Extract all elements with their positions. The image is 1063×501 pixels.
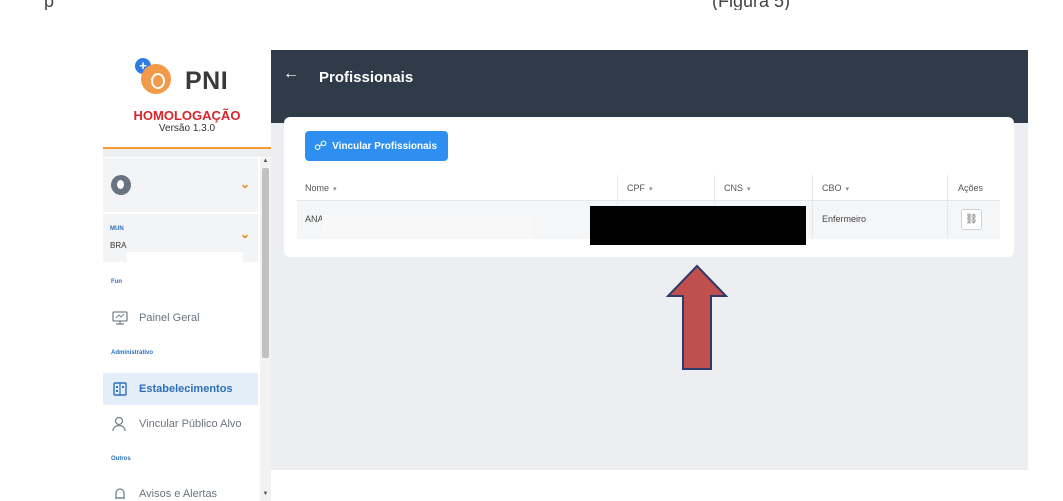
sidebar-item-label: Painel Geral: [139, 312, 200, 324]
table-header: Nome ▾ CPF ▾ CNS ▾ CBO ▾ Ações: [297, 175, 1000, 201]
sidebar-item-label: Avisos e Alertas: [139, 488, 218, 500]
municipality-label: MUN: [110, 226, 124, 232]
app-logo: + PNI: [135, 58, 245, 106]
building-icon: [111, 380, 129, 398]
sort-icon: ▾: [333, 186, 337, 193]
chevron-down-icon: ⌄: [240, 177, 251, 191]
column-header-cns[interactable]: CNS ▾: [724, 183, 751, 193]
section-label-admin: Administrativo: [111, 350, 154, 356]
sidebar-scrollbar[interactable]: ▲ ▼: [260, 158, 271, 501]
redaction-name: [322, 215, 532, 237]
sidebar-item-vincular-publico-alvo[interactable]: Vincular Público Alvo: [103, 408, 258, 440]
drop-icon: [111, 175, 131, 195]
monitor-icon: [111, 309, 129, 327]
sort-icon: ▾: [845, 186, 850, 193]
screenshot-stage: p (Figura 5) + PNI HOMOLOGAÇÃO Versão 1.…: [0, 0, 1063, 501]
page-title: Profissionais: [319, 69, 414, 86]
page-header: ← Profissionais: [271, 50, 1028, 103]
link-professionals-label: Vincular Profissionais: [332, 140, 438, 152]
divider-band: [103, 149, 271, 157]
column-divider: [947, 175, 948, 239]
document-text-right: (Figura 5): [712, 0, 791, 10]
redaction-top: [103, 0, 628, 10]
link-icon: ☍: [314, 138, 328, 153]
drop-logo-icon: [141, 64, 171, 94]
chevron-down-icon: ⌄: [240, 227, 251, 241]
user-icon: [111, 415, 129, 433]
bell-icon: [111, 485, 129, 501]
page-margin-bottom-left: [0, 462, 103, 501]
logo-text: PNI: [185, 67, 229, 95]
section-label-functions: Fun: [111, 279, 122, 285]
sidebar-item-avisos-alertas[interactable]: Avisos e Alertas: [103, 478, 258, 501]
column-header-cbo[interactable]: CBO ▾: [822, 183, 849, 193]
main-content: ← Profissionais ☍ Vincular Profissionais…: [271, 50, 1028, 470]
sort-icon: ▾: [747, 186, 751, 193]
sidebar-item-label: Vincular Público Alvo: [139, 418, 242, 430]
column-divider: [812, 175, 813, 239]
scroll-thumb[interactable]: [262, 168, 269, 358]
column-header-acoes: Ações: [958, 183, 984, 193]
redaction-municipality: [127, 252, 243, 286]
environment-label: HOMOLOGAÇÃO: [133, 108, 241, 123]
annotation-arrow-icon: [666, 264, 728, 370]
sidebar-item-label: Estabelecimentos: [139, 383, 233, 395]
version-label: Versão 1.3.0: [158, 123, 216, 134]
cell-cbo: Enfermeiro: [822, 214, 867, 224]
sidebar-item-painel-geral[interactable]: Painel Geral: [103, 302, 258, 334]
arrow-left-icon[interactable]: ←: [283, 65, 299, 83]
column-header-cpf[interactable]: CPF ▾: [627, 183, 653, 193]
drop-selector[interactable]: ⌄: [103, 158, 258, 212]
column-header-nome[interactable]: Nome ▾: [305, 183, 337, 193]
scroll-down-icon[interactable]: ▼: [262, 491, 269, 497]
sidebar: + PNI HOMOLOGAÇÃO Versão 1.3.0 ⌄ MUN BRA…: [103, 50, 271, 501]
unlink-icon[interactable]: ⛓: [961, 209, 982, 230]
link-professionals-button[interactable]: ☍ Vincular Profissionais: [305, 131, 448, 161]
section-label-others: Outros: [111, 456, 131, 462]
redaction-cpf-cns: [590, 206, 806, 245]
scroll-up-icon[interactable]: ▲: [262, 158, 269, 164]
sidebar-item-estabelecimentos[interactable]: Estabelecimentos: [103, 373, 258, 405]
document-text-left: p: [44, 0, 55, 10]
sort-icon: ▾: [649, 186, 653, 193]
municipality-value: BRA: [110, 241, 127, 250]
